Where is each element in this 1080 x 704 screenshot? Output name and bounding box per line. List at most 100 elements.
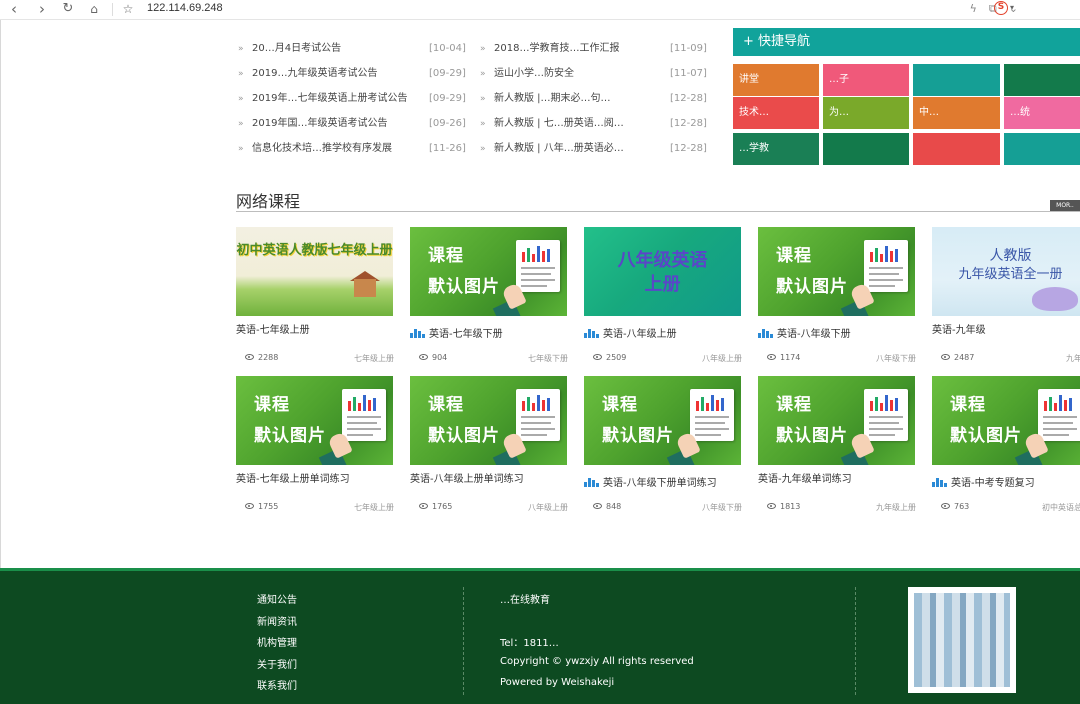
course-thumbnail[interactable]: 课程 默认图片 xyxy=(236,376,393,465)
course-name-text[interactable]: 英语-九年级单词练习 xyxy=(758,474,852,485)
forward-arrow-icon[interactable]: › xyxy=(32,0,52,20)
news-item[interactable]: » 2018…学教育技…工作汇报 [11-09] xyxy=(480,40,707,65)
news-item[interactable]: » 信息化技术培…推学校有序发展 [11-26] xyxy=(238,140,466,165)
news-title[interactable]: 运山小学…防安全 xyxy=(494,65,662,83)
news-title[interactable]: 新人教版 | 八年…册英语必… xyxy=(494,140,662,158)
footer-link[interactable]: 通知公告 xyxy=(257,591,297,613)
quick-nav-tile[interactable] xyxy=(913,64,1000,96)
course-name-text[interactable]: 英语-八年级下册单词练习 xyxy=(603,478,717,489)
course-name-text[interactable]: 英语-七年级上册 xyxy=(236,325,310,336)
quick-nav-tile[interactable]: 讲堂 xyxy=(733,64,819,96)
news-title[interactable]: 20…月4日考试公告 xyxy=(252,40,426,58)
course-name-text[interactable]: 英语-八年级上册 xyxy=(603,329,677,340)
course-name-text[interactable]: 英语-八年级上册单词练习 xyxy=(410,474,524,485)
course-name[interactable]: 英语-九年级单词练习 xyxy=(758,470,852,485)
thumb-default-label: 默认图片 xyxy=(776,426,848,446)
quick-nav-tile[interactable] xyxy=(1004,64,1080,96)
course-thumbnail[interactable]: 课程 默认图片 xyxy=(758,227,915,316)
course-name-text[interactable]: 英语-九年级 xyxy=(932,325,986,336)
news-title[interactable]: 2019年国…年级英语考试公告 xyxy=(252,115,426,133)
footer-link[interactable]: 联系我们 xyxy=(257,677,297,699)
news-date: [12-28] xyxy=(670,118,707,129)
bullet-icon: » xyxy=(238,144,244,154)
course-card[interactable]: 人教版九年级英语全一册英语-九年级 2487 九年级 xyxy=(932,227,1080,377)
news-title[interactable]: 新人教版 | 七…册英语…阅… xyxy=(494,115,662,133)
quick-nav-tile[interactable]: …统 xyxy=(1004,97,1080,129)
course-thumbnail[interactable]: 八年级英语 上册 xyxy=(584,227,741,316)
footer-link[interactable]: 新闻资讯 xyxy=(257,613,297,635)
course-thumbnail[interactable]: 人教版 九年级英语全一册 xyxy=(932,227,1080,316)
news-item[interactable]: » 运山小学…防安全 [11-07] xyxy=(480,65,707,90)
news-date: [12-28] xyxy=(670,143,707,154)
extension-s-icon[interactable]: S xyxy=(994,1,1008,15)
course-thumbnail[interactable]: 课程 默认图片 xyxy=(584,376,741,465)
quick-nav-tile[interactable]: 技术… xyxy=(733,97,819,129)
course-thumbnail[interactable]: 初中英语人教版七年级上册 xyxy=(236,227,393,316)
quick-nav-tile[interactable] xyxy=(1004,133,1080,165)
news-title[interactable]: 2019年…七年级英语上册考试公告 xyxy=(252,90,426,108)
reload-icon[interactable]: ↻ xyxy=(58,0,78,20)
footer-link[interactable]: 关于我们 xyxy=(257,656,297,678)
course-name[interactable]: 英语-中考专题复习 xyxy=(932,474,1035,489)
course-card[interactable]: 八年级英语 上册 英语-八年级上册 2509 八年级上册 xyxy=(584,227,742,377)
thumb-course-label: 课程 xyxy=(950,395,986,415)
course-name-text[interactable]: 英语-七年级下册 xyxy=(429,329,503,340)
course-name[interactable]: 英语-八年级上册单词练习 xyxy=(410,470,524,485)
course-thumbnail[interactable]: 课程 默认图片 xyxy=(932,376,1080,465)
course-thumbnail[interactable]: 课程 默认图片 xyxy=(410,227,567,316)
course-card[interactable]: 初中英语人教版七年级上册 英语-七年级上册 2288 七年级上册 xyxy=(236,227,394,377)
view-count: 763 xyxy=(941,502,969,511)
address-bar[interactable]: 122.114.69.248 xyxy=(147,2,223,14)
course-thumbnail[interactable]: 课程 默认图片 xyxy=(758,376,915,465)
course-name[interactable]: 英语-七年级下册 xyxy=(410,325,503,340)
course-name[interactable]: 英语-七年级上册 xyxy=(236,321,310,336)
footer-link[interactable]: 机构管理 xyxy=(257,634,297,656)
news-title[interactable]: 2018…学教育技…工作汇报 xyxy=(494,40,662,58)
course-name-text[interactable]: 英语-八年级下册 xyxy=(777,329,851,340)
course-name-text[interactable]: 英语-七年级上册单词练习 xyxy=(236,474,350,485)
view-count: 2487 xyxy=(941,353,974,362)
back-arrow-icon[interactable]: ‹ xyxy=(4,0,24,20)
course-name[interactable]: 英语-八年级上册 xyxy=(584,325,677,340)
course-card[interactable]: 课程 默认图片 英语-八年级上册单词练习 1765 八年级上册 xyxy=(410,376,568,526)
course-card[interactable]: 课程 默认图片 英语-七年级下册 904 七年级下册 xyxy=(410,227,568,377)
bar-chart-icon xyxy=(932,478,947,487)
quick-nav-tile[interactable]: 中… xyxy=(913,97,1000,129)
course-card[interactable]: 课程 默认图片 英语-九年级单词练习 1813 九年级上册 xyxy=(758,376,916,526)
quick-nav-tile[interactable]: 为… xyxy=(823,97,909,129)
view-count-value: 1765 xyxy=(432,502,453,511)
course-name[interactable]: 英语-七年级上册单词练习 xyxy=(236,470,350,485)
news-title[interactable]: 2019…九年级英语考试公告 xyxy=(252,65,426,83)
course-card[interactable]: 课程 默认图片 英语-八年级下册 1174 八年级下册 xyxy=(758,227,916,377)
home-icon[interactable]: ⌂ xyxy=(84,0,104,20)
course-card[interactable]: 课程 默认图片 英语-七年级上册单词练习 1755 七年级上册 xyxy=(236,376,394,526)
quick-nav-tile[interactable]: …子 xyxy=(823,64,909,96)
news-item[interactable]: » 20…月4日考试公告 [10-04] xyxy=(238,40,466,65)
news-item[interactable]: » 2019年国…年级英语考试公告 [09-26] xyxy=(238,115,466,140)
quick-nav-tile[interactable] xyxy=(913,133,1000,165)
news-item[interactable]: » 2019…九年级英语考试公告 [09-29] xyxy=(238,65,466,90)
course-name[interactable]: 英语-八年级下册单词练习 xyxy=(584,474,717,489)
quick-nav-tile[interactable] xyxy=(823,133,909,165)
news-item[interactable]: » 新人教版 |…期末必…句… [12-28] xyxy=(480,90,707,115)
news-item[interactable]: » 新人教版 | 八年…册英语必… [12-28] xyxy=(480,140,707,165)
lightning-icon[interactable]: ϟ xyxy=(970,2,977,15)
view-count: 1755 xyxy=(245,502,278,511)
bar-chart-icon xyxy=(758,329,773,338)
course-name[interactable]: 英语-九年级 xyxy=(932,321,986,336)
footer-links: 通知公告 新闻资讯 机构管理 关于我们 联系我们 xyxy=(257,591,297,699)
course-card[interactable]: 课程默认图片英语-中考专题复习 763 初中英语总复 xyxy=(932,376,1080,526)
news-item[interactable]: » 2019年…七年级英语上册考试公告 [09-29] xyxy=(238,90,466,115)
more-button[interactable]: MOR.. xyxy=(1050,200,1080,211)
quick-nav-tile[interactable]: …学教 xyxy=(733,133,819,165)
news-title[interactable]: 新人教版 |…期末必…句… xyxy=(494,90,662,108)
course-name[interactable]: 英语-八年级下册 xyxy=(758,325,851,340)
news-item[interactable]: » 新人教版 | 七…册英语…阅… [12-28] xyxy=(480,115,707,140)
star-icon[interactable]: ☆ xyxy=(118,0,138,20)
course-thumbnail[interactable]: 课程 默认图片 xyxy=(410,376,567,465)
extension-caret-icon[interactable]: ▾ xyxy=(1010,3,1014,12)
news-title[interactable]: 信息化技术培…推学校有序发展 xyxy=(252,140,426,158)
toolbar-right-icons: ϟ ⧉ ⌄ xyxy=(958,2,1018,16)
course-name-text[interactable]: 英语-中考专题复习 xyxy=(951,478,1035,489)
course-card[interactable]: 课程 默认图片 英语-八年级下册单词练习 848 八年级下册 xyxy=(584,376,742,526)
